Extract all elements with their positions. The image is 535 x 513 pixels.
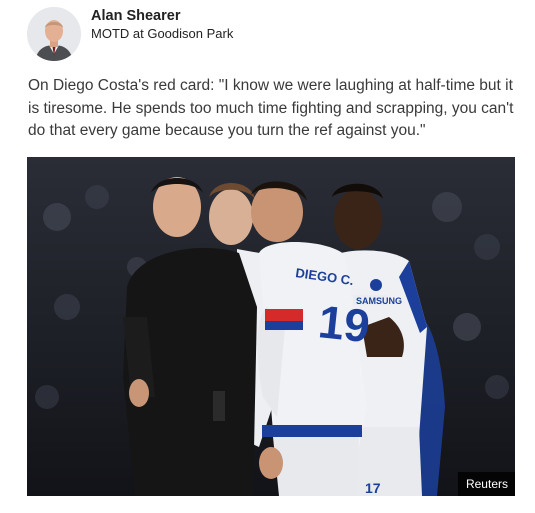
post-photo[interactable]: SAMSUNG DIEGO C. 19 17 Reuters bbox=[27, 157, 515, 496]
post-text: On Diego Costa's red card: "I know we we… bbox=[28, 77, 514, 139]
costa-number-text: 19 bbox=[316, 295, 372, 352]
author-subtitle: MOTD at Goodison Park bbox=[91, 26, 234, 41]
author-name[interactable]: Alan Shearer bbox=[91, 8, 180, 25]
photo-credit: Reuters bbox=[457, 472, 515, 496]
author-avatar[interactable] bbox=[27, 7, 81, 61]
match-photo-image: SAMSUNG DIEGO C. 19 17 bbox=[27, 157, 515, 496]
author-portrait-icon bbox=[27, 7, 81, 61]
number-back-text: 17 bbox=[365, 480, 381, 496]
post-card: Alan Shearer MOTD at Goodison Park On Di… bbox=[0, 0, 535, 513]
